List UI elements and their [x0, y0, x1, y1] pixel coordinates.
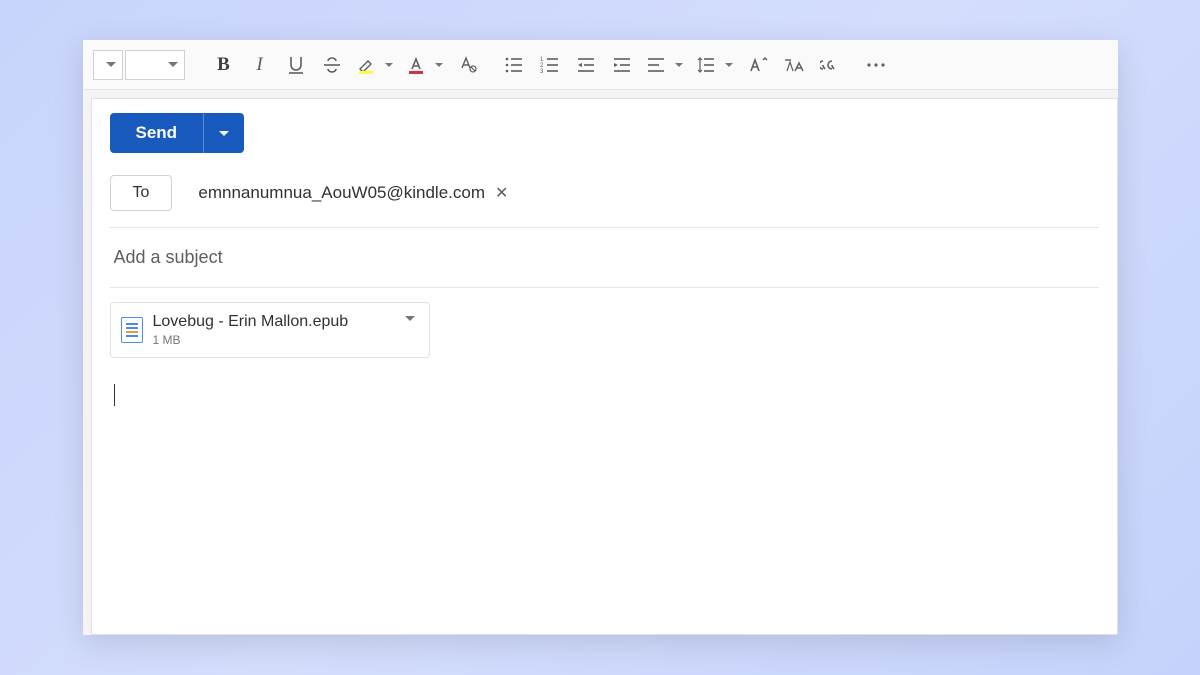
- outdent-button[interactable]: [569, 48, 603, 82]
- attachment-chip[interactable]: Lovebug - Erin Mallon.epub 1 MB: [110, 302, 430, 358]
- attachment-name: Lovebug - Erin Mallon.epub: [153, 313, 395, 331]
- to-button[interactable]: To: [110, 175, 173, 211]
- attachment-text: Lovebug - Erin Mallon.epub 1 MB: [153, 313, 395, 347]
- attachment-size: 1 MB: [153, 333, 395, 347]
- font-color-button[interactable]: [401, 48, 449, 82]
- decrease-font-button[interactable]: [777, 48, 811, 82]
- font-size-select[interactable]: [125, 50, 185, 80]
- send-split-button: Send: [110, 113, 245, 153]
- text-cursor: [114, 384, 115, 406]
- quote-button[interactable]: [813, 48, 847, 82]
- content-area: Send To emnnanumnua_AouW05@kindle.com ✕: [83, 90, 1118, 635]
- increase-font-button[interactable]: [741, 48, 775, 82]
- highlight-button[interactable]: [351, 48, 399, 82]
- chevron-down-icon: [385, 63, 393, 67]
- send-row: Send: [92, 99, 1117, 167]
- bullet-list-button[interactable]: [497, 48, 531, 82]
- chevron-down-icon: [168, 62, 178, 67]
- attachment-menu-button[interactable]: [405, 321, 415, 339]
- line-spacing-button[interactable]: [691, 48, 739, 82]
- align-button[interactable]: [641, 48, 689, 82]
- compose-window: B I 123: [83, 40, 1118, 635]
- chevron-down-icon: [106, 62, 116, 67]
- indent-button[interactable]: [605, 48, 639, 82]
- recipient-address: emnnanumnua_AouW05@kindle.com: [198, 183, 485, 203]
- chevron-down-icon: [219, 131, 229, 136]
- svg-text:3: 3: [540, 69, 544, 74]
- subject-input[interactable]: [112, 246, 1097, 269]
- italic-button[interactable]: I: [243, 48, 277, 82]
- format-toolbar: B I 123: [83, 40, 1118, 90]
- numbered-list-button[interactable]: 123: [533, 48, 567, 82]
- send-options-button[interactable]: [204, 113, 244, 153]
- remove-recipient-button[interactable]: ✕: [495, 183, 508, 203]
- compose-panel: Send To emnnanumnua_AouW05@kindle.com ✕: [91, 98, 1118, 635]
- chevron-down-icon: [435, 63, 443, 67]
- more-options-button[interactable]: [859, 48, 893, 82]
- strikethrough-button[interactable]: [315, 48, 349, 82]
- bold-button[interactable]: B: [207, 48, 241, 82]
- to-row: To emnnanumnua_AouW05@kindle.com ✕: [110, 167, 1099, 228]
- font-family-select[interactable]: [93, 50, 123, 80]
- chevron-down-icon: [675, 63, 683, 67]
- subject-row: [110, 228, 1099, 288]
- file-icon: [121, 317, 143, 343]
- chevron-down-icon: [725, 63, 733, 67]
- clear-formatting-button[interactable]: [451, 48, 485, 82]
- chevron-down-icon: [405, 316, 415, 338]
- underline-button[interactable]: [279, 48, 313, 82]
- message-body[interactable]: [110, 378, 1099, 624]
- attachments-row: Lovebug - Erin Mallon.epub 1 MB: [92, 288, 1117, 368]
- recipient-chip[interactable]: emnnanumnua_AouW05@kindle.com ✕: [188, 179, 518, 207]
- send-button[interactable]: Send: [110, 113, 205, 153]
